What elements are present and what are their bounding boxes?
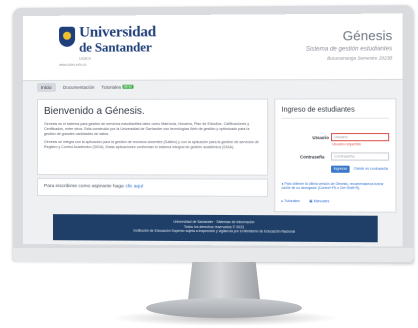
login-divider — [281, 117, 390, 119]
monitor-chin — [13, 247, 414, 263]
register-link[interactable]: clic aquí — [125, 184, 143, 189]
welcome-paragraph-2: Génesis se integra con la aplicación par… — [43, 140, 259, 150]
login-footer-links: ▸ Tutoriales ▣ Manuales — [281, 199, 337, 203]
login-title: Ingreso de estudiantes — [281, 106, 355, 114]
register-text: Para inscribirse como aspirante haga — [43, 184, 124, 190]
logo-url: www.udes.edu.co — [59, 62, 87, 67]
app-semester: Bucaramanga Semestre 2023B — [327, 55, 393, 61]
cache-help: ● Para obtener la última versión de Géne… — [281, 182, 389, 191]
logo-text-line2: de Santander — [79, 39, 152, 55]
nav-item-documentacion[interactable]: Documentación — [59, 83, 98, 92]
logo-tagline: UDES — [79, 55, 92, 61]
nav-item-tutoriales[interactable]: Tutoriales NEW — [97, 83, 137, 92]
app-subtitle: Sistema de gestión estudiantes — [305, 46, 393, 53]
login-button[interactable]: Ingresar — [331, 165, 350, 173]
user-error-text: Usuario requerido — [332, 142, 361, 147]
tutorials-link-label: Tutoriales — [284, 199, 300, 204]
nav-item-inicio[interactable]: Inicio — [36, 82, 56, 92]
university-logo[interactable]: Universidad de Santander UDES www.udes.e… — [59, 24, 156, 69]
main-nav: Inicio Documentación Tutoriales NEW — [36, 81, 392, 94]
manuals-link[interactable]: ▣ Manuales — [309, 199, 333, 203]
nav-item-tutoriales-label: Tutoriales — [101, 84, 122, 90]
welcome-panel: Bienvenido a Génesis. Genesis es el sist… — [36, 98, 269, 176]
cache-help-text: Para obtener la última versión de Génesi… — [281, 181, 384, 191]
manuals-link-label: Manuales — [313, 199, 330, 204]
site-footer: Universidad de Santander · Sistemas de I… — [53, 214, 378, 243]
password-input[interactable]: Contraseña — [331, 152, 390, 161]
welcome-title: Bienvenido a Génesis. — [43, 105, 145, 117]
login-panel: Ingreso de estudiantes Usuario Usuario U… — [274, 98, 397, 213]
monitor-stand-neck — [188, 262, 260, 300]
forgot-password-link[interactable]: Olvidé mi contraseña — [354, 167, 388, 171]
user-label: Usuario — [312, 135, 329, 141]
monitor-stand-base — [146, 298, 302, 318]
crest-icon — [59, 26, 76, 47]
monitor-screen: Universidad de Santander UDES www.udes.e… — [23, 13, 403, 247]
user-input[interactable]: Usuario — [331, 133, 390, 142]
register-panel: Para inscribirse como aspirante haga cli… — [36, 178, 269, 197]
welcome-paragraph-1: Genesis es el sistema para gestión de se… — [43, 121, 250, 136]
password-label: Contraseña — [300, 154, 325, 160]
site-header: Universidad de Santander UDES www.udes.e… — [23, 13, 403, 82]
tutorials-link[interactable]: ▸ Tutoriales — [281, 199, 304, 203]
new-badge: NEW — [122, 84, 134, 89]
footer-line-3: Institución de Educación Superior sujeta… — [133, 228, 296, 234]
app-title: Génesis — [342, 27, 393, 44]
